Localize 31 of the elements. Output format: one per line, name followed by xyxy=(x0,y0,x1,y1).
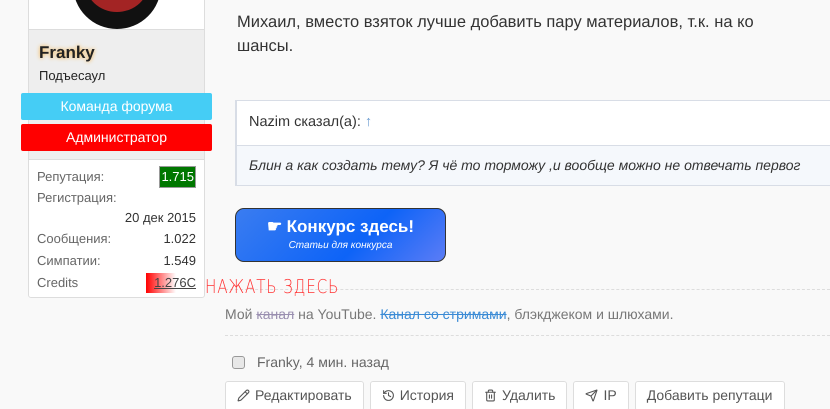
user-title: Подъесаул xyxy=(39,66,106,85)
select-checkbox[interactable] xyxy=(232,356,245,369)
stat-value: 1.022 xyxy=(163,230,196,248)
post-text-line: шансы. xyxy=(237,36,294,57)
post-action-button[interactable]: Редактировать xyxy=(225,380,364,409)
history-icon xyxy=(382,389,395,402)
stat-value: 1.715 xyxy=(159,166,196,188)
post-action-button[interactable]: IP xyxy=(573,380,629,409)
stat-label: Credits xyxy=(37,274,78,292)
stat-label: Симпатии: xyxy=(37,252,101,270)
user-banner: Администратор xyxy=(21,124,212,151)
stat-label: Репутация: xyxy=(37,168,104,186)
click-here-label: НАЖАТЬ ЗДЕСЬ xyxy=(205,277,340,297)
stat-label: Сообщения: xyxy=(37,230,112,248)
stat-value: 1.549 xyxy=(163,252,196,270)
quote-text: Блин а как создать тему? Я чё то торможу ,и вообще можно не отвечать первог xyxy=(237,146,830,185)
send-icon xyxy=(585,389,598,402)
pencil-icon xyxy=(237,389,250,402)
signature-text: Мой канал на YouTube. Канал со стримами, блэкджеком и шлюхами. xyxy=(225,304,674,324)
user-banner: Команда форума xyxy=(21,93,212,120)
stat-value: 20 дек 2015 xyxy=(124,209,196,227)
quote-author: Nazim сказал(а): xyxy=(249,113,361,132)
post-action-button[interactable]: История xyxy=(370,380,466,409)
contest-banner-button[interactable]: ☛ Конкурс здесь! Статьи для конкурса xyxy=(235,208,446,262)
post-action-button[interactable]: Добавить репутаци xyxy=(634,380,784,409)
trash-icon xyxy=(484,389,498,402)
post-action-button[interactable]: Удалить xyxy=(472,380,568,409)
stat-label: Регистрация: xyxy=(37,189,118,207)
username[interactable]: Franky xyxy=(39,40,194,66)
post-text-line: Михаил, вместо взяток лучше добавить пару материалов, т.к. на ко xyxy=(237,12,755,33)
post-author-time: Franky, 4 мин. назад xyxy=(257,352,389,372)
